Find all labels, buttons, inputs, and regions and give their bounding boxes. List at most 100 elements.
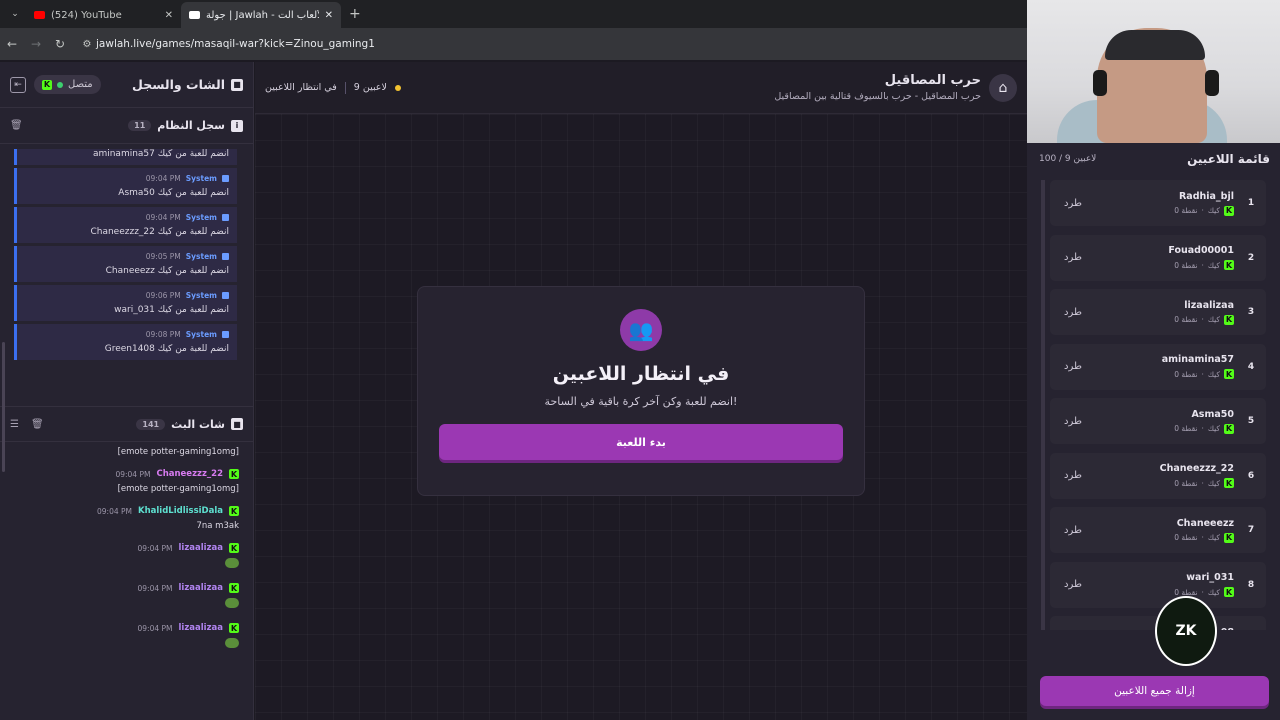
player-name: Chaneezzz_22 bbox=[1159, 463, 1234, 474]
section-title: شات البث bbox=[171, 417, 225, 431]
kick-icon: K bbox=[1224, 423, 1234, 434]
back-icon[interactable]: ← bbox=[0, 37, 24, 51]
player-platform: كيك bbox=[1207, 533, 1220, 542]
player-rank: 5 bbox=[1247, 416, 1255, 426]
site-settings-icon[interactable]: ⚙ bbox=[78, 39, 96, 50]
system-icon bbox=[222, 214, 229, 221]
player-name: Radhia_bjl bbox=[1178, 190, 1234, 202]
kick-icon: K bbox=[1224, 478, 1234, 488]
chat-log-panel: ⇤ K متصل الشات والسجل ■ 🗑 11 سجل النظام … bbox=[0, 62, 254, 720]
live-chat-header: ☰ 🗑 141 شات البث ■ bbox=[0, 406, 253, 442]
status-text: متصل bbox=[68, 79, 93, 90]
chat-icon: ■ bbox=[231, 78, 243, 91]
chat-time: 09:04 PM bbox=[115, 469, 151, 479]
system-icon bbox=[222, 292, 229, 299]
game-header: في انتظار اللاعبين 9 لاعبين حرب المصاقيل… bbox=[255, 62, 1027, 114]
chat-username[interactable]: Chaneezzz_22 bbox=[156, 469, 223, 479]
players-title: قائمة اللاعبين bbox=[1187, 152, 1270, 166]
log-text: Green1408 انضم للعبة من كيك bbox=[104, 344, 229, 354]
chat-username[interactable]: lizaalizaa bbox=[179, 543, 224, 553]
kick-player-button[interactable]: طرد bbox=[1064, 252, 1082, 263]
system-log-list[interactable]: aminamina57 انضم للعبة من كيك 09:04 PM Sy… bbox=[0, 144, 253, 406]
player-name: lizaalizaa bbox=[1184, 299, 1234, 311]
url-text: jawlah.live/games/masaqil-war?kick=Zinou… bbox=[96, 38, 375, 50]
close-tab-icon[interactable]: ✕ bbox=[325, 10, 333, 21]
address-bar-row: ← → ↻ ⚙ jawlah.live/games/masaqil-war?ki… bbox=[0, 28, 1027, 60]
system-icon bbox=[222, 175, 229, 182]
kick-player-button[interactable]: طرد bbox=[1064, 361, 1082, 372]
tab-jawlah[interactable]: جولة | Jawlah - منصة الألعاب الت ✕ bbox=[181, 2, 341, 28]
youtube-icon bbox=[34, 11, 45, 19]
player-meta: 0 نقطة · كيك K bbox=[1174, 205, 1234, 216]
waiting-subtitle: انضم للعبة وكن آخر كرة باقية في الساحة! bbox=[544, 395, 738, 408]
kick-player-button[interactable]: طرد bbox=[1064, 416, 1082, 427]
chat-username[interactable]: lizaalizaa bbox=[179, 583, 224, 593]
chat-message: 09:04 PM lizaalizaa K bbox=[10, 583, 239, 611]
tab-search-icon[interactable]: ⌄ bbox=[4, 3, 26, 25]
chat-text: [emote potter-gaming1omg] bbox=[117, 447, 239, 457]
player-points: 0 نقطة bbox=[1174, 260, 1198, 270]
kick-icon: K bbox=[229, 623, 239, 633]
forward-icon[interactable]: → bbox=[24, 37, 48, 51]
player-row: طرد Chaneeezz 0 نقطة · كيك K 7 bbox=[1050, 507, 1266, 553]
player-platform: كيك bbox=[1207, 315, 1220, 324]
url-bar[interactable]: ⚙ jawlah.live/games/masaqil-war?kick=Zin… bbox=[78, 32, 1023, 56]
player-name: wari_031 bbox=[1186, 572, 1234, 583]
log-item: 09:06 PM System wari_031 انضم للعبة من كي… bbox=[14, 285, 237, 321]
player-row: طرد lizaalizaa 0 نقطة · كيك K 3 bbox=[1050, 289, 1266, 335]
chat-text: [emote potter-gaming1omg] bbox=[117, 484, 239, 494]
live-chat-list[interactable]: [emote potter-gaming1omg] 09:04 PM Chanee… bbox=[0, 442, 253, 712]
chat-username[interactable]: lizaalizaa bbox=[179, 623, 224, 633]
users-icon: 👥 bbox=[620, 309, 662, 351]
filter-icon[interactable]: ☰ bbox=[10, 419, 19, 430]
chat-username[interactable]: KhalidLidlissiDala bbox=[138, 506, 223, 516]
chat-message: 09:04 PM KhalidLidlissiDala K 7na m3ak bbox=[10, 506, 239, 531]
frog-emote-icon bbox=[225, 598, 239, 608]
trash-icon[interactable]: 🗑 bbox=[10, 120, 23, 131]
kick-icon: K bbox=[1224, 205, 1234, 216]
log-item: 09:05 PM System Chaneeezz انضم للعبة من ك… bbox=[14, 246, 237, 282]
kick-player-button[interactable]: طرد bbox=[1064, 198, 1082, 209]
kick-player-button[interactable]: طرد bbox=[1064, 307, 1082, 318]
chat-log-header: ⇤ K متصل الشات والسجل ■ bbox=[0, 62, 253, 108]
webcam-overlay bbox=[1027, 0, 1280, 143]
log-time: 09:04 PM bbox=[145, 174, 181, 183]
player-row: طرد Radhia_bjl 0 نقطة · كيك K 1 bbox=[1050, 180, 1266, 226]
players-list[interactable]: طرد Radhia_bjl 0 نقطة · كيك K 1 طرد Fouad0000… bbox=[1041, 180, 1266, 630]
reload-icon[interactable]: ↻ bbox=[48, 37, 72, 51]
system-icon bbox=[222, 253, 229, 260]
chat-time: 09:04 PM bbox=[137, 543, 173, 553]
chat-time: 09:04 PM bbox=[137, 583, 173, 593]
players-count: 9 لاعبين bbox=[353, 82, 387, 93]
new-tab-icon[interactable]: + bbox=[349, 6, 361, 22]
headset-left bbox=[1093, 70, 1107, 96]
collapse-panel-icon[interactable]: ⇤ bbox=[10, 76, 26, 93]
log-time: 09:08 PM bbox=[145, 330, 181, 339]
remove-all-players-button[interactable]: إزالة جميع اللاعبين bbox=[1040, 676, 1269, 706]
kick-player-button[interactable]: طرد bbox=[1064, 470, 1082, 481]
chat-message: [emote potter-gaming1omg] bbox=[10, 447, 239, 457]
kick-player-button[interactable]: طرد bbox=[1064, 579, 1082, 590]
log-item: 09:08 PM System Green1408 انضم للعبة من ك… bbox=[14, 324, 237, 360]
player-points: 0 نقطة bbox=[1174, 533, 1198, 542]
panel-title: الشات والسجل ■ bbox=[132, 77, 243, 92]
start-game-button[interactable]: بدء اللعبة bbox=[439, 424, 843, 460]
count-badge: 141 bbox=[136, 418, 166, 430]
trash-icon[interactable]: 🗑 bbox=[31, 419, 44, 430]
game-state: في انتظار اللاعبين bbox=[265, 82, 337, 93]
info-icon: i bbox=[231, 119, 243, 132]
close-tab-icon[interactable]: ✕ bbox=[165, 10, 173, 21]
player-name: Fouad00001 bbox=[1168, 245, 1234, 256]
kick-icon: K bbox=[1224, 532, 1234, 543]
kick-icon: K bbox=[1224, 260, 1234, 270]
player-row: طرد Asma50 0 نقطة · كيك K 5 bbox=[1050, 398, 1266, 444]
tab-youtube[interactable]: (524) YouTube ✕ bbox=[26, 2, 181, 28]
kick-player-button[interactable]: طرد bbox=[1064, 525, 1082, 536]
player-rank: 4 bbox=[1247, 361, 1255, 372]
player-meta: 0 نقطة · كيك K bbox=[1174, 314, 1234, 325]
tab-title: جولة | Jawlah - منصة الألعاب الت bbox=[206, 9, 319, 21]
home-button[interactable]: ⌂ bbox=[989, 73, 1017, 102]
scrollbar[interactable] bbox=[2, 342, 5, 472]
log-item: aminamina57 انضم للعبة من كيك bbox=[14, 149, 237, 165]
player-name: 08 bbox=[1221, 627, 1234, 631]
